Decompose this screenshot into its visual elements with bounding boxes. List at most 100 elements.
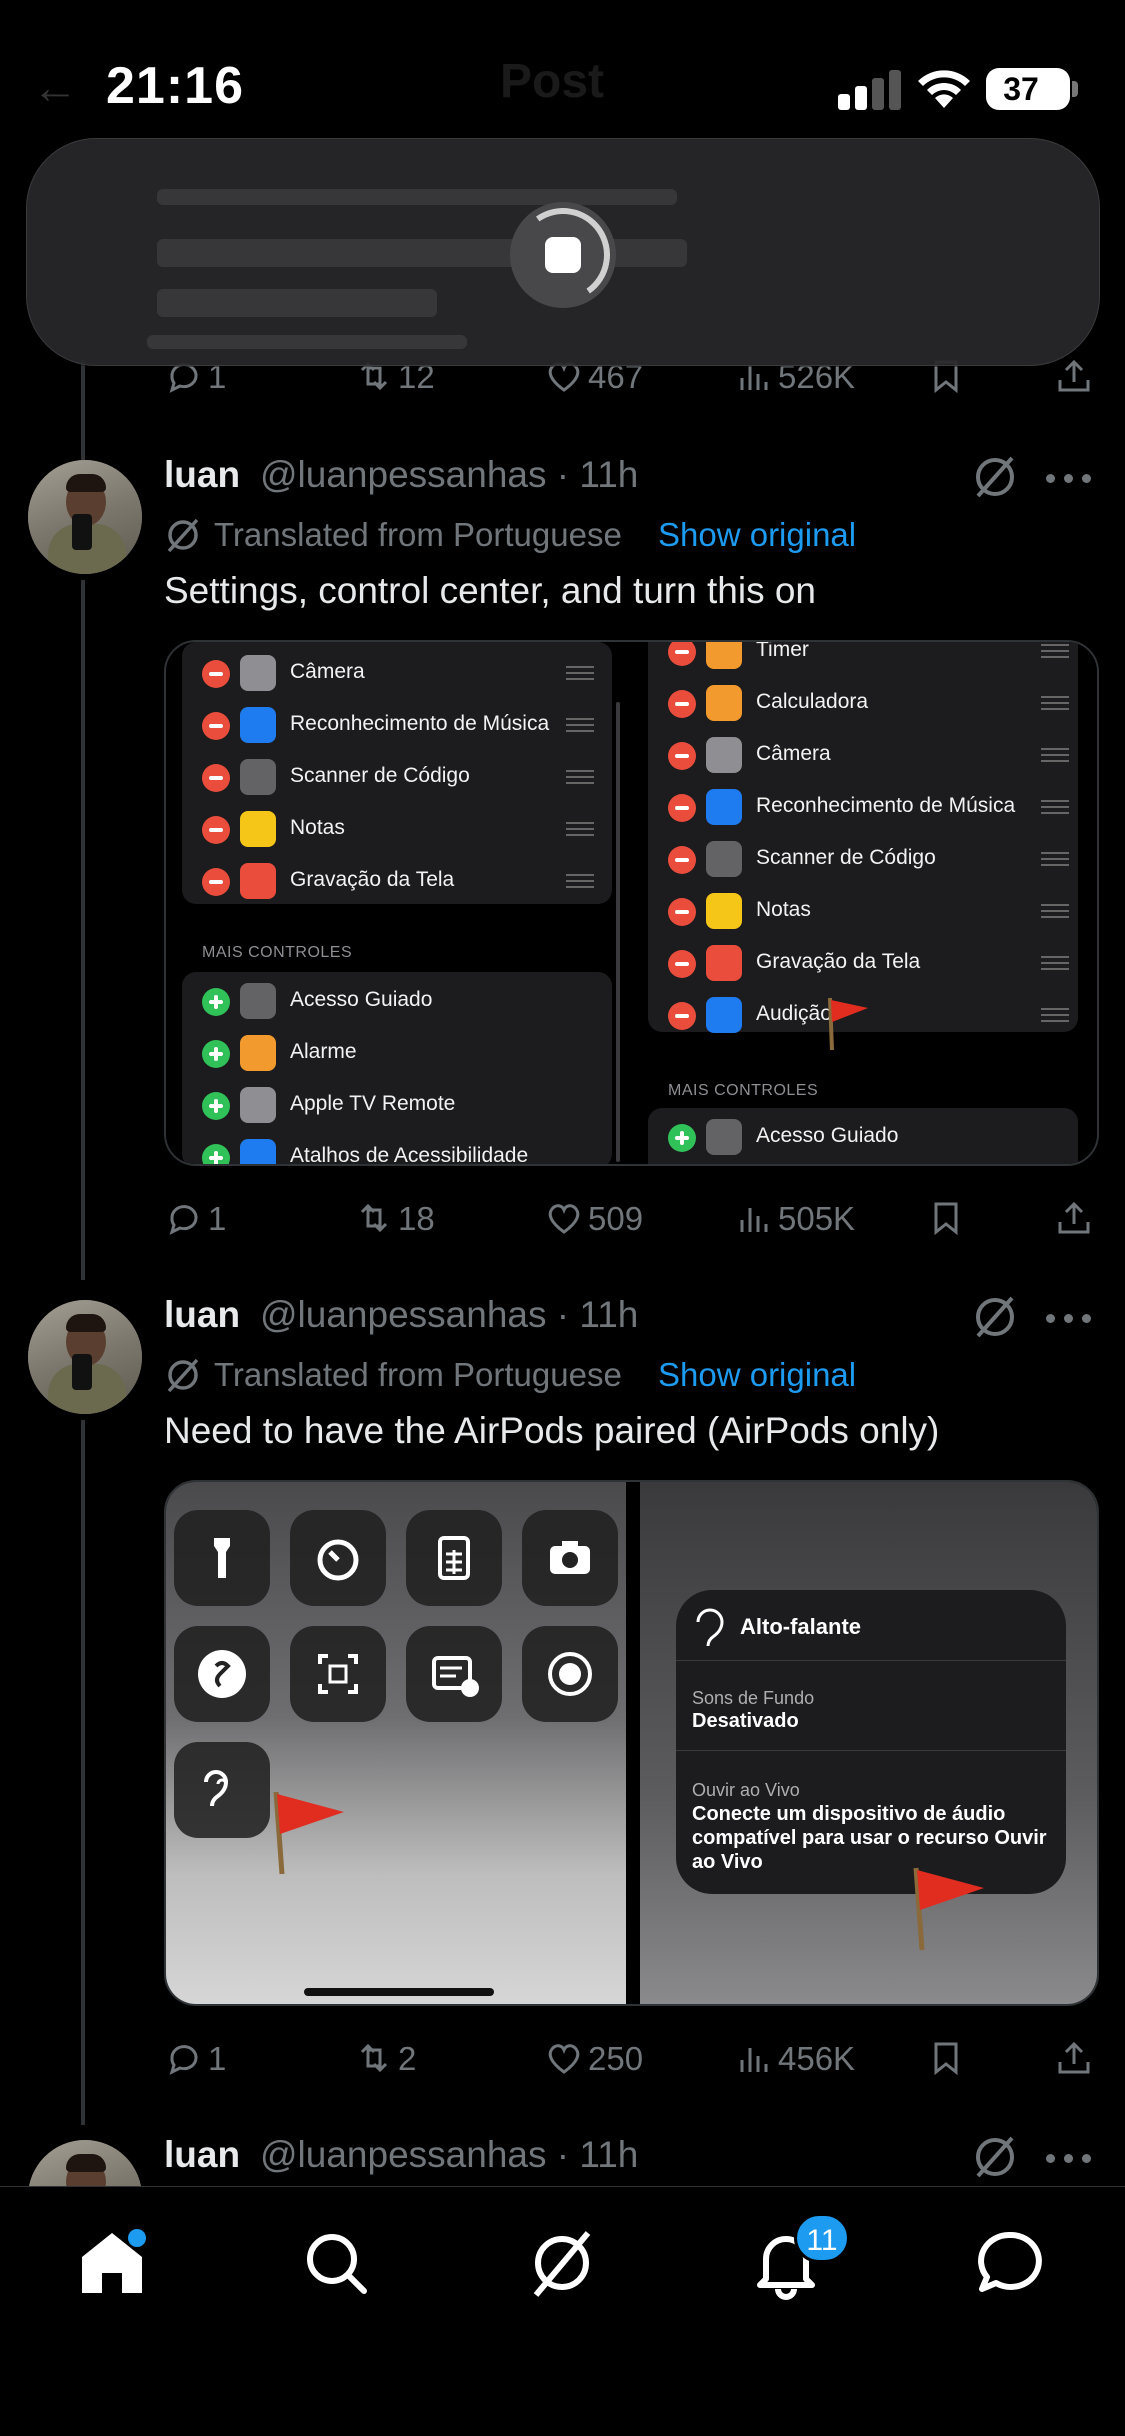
avatar[interactable] [28, 1300, 142, 1414]
reply-count: 1 [208, 2040, 227, 2077]
media-left-image: Câmera Reconhecimento de Música Scanner … [166, 642, 626, 1164]
home-indicator [304, 1988, 494, 1996]
tweet-text: Settings, control center, and turn this … [164, 570, 816, 611]
control-row: Scanner de Código [180, 754, 612, 806]
control-row: Atalhos de Acessibilidade [180, 1134, 612, 1164]
red-flag-icon [273, 1791, 344, 1875]
translated-label: Translated from Portuguese [164, 516, 622, 554]
more-options-icon[interactable] [1046, 1308, 1096, 1328]
translate-icon [167, 518, 199, 553]
panel-title: Alto-falante [740, 1614, 861, 1639]
battery-tip [1072, 81, 1078, 97]
panel-item-value: Desativado [692, 1710, 799, 1732]
tweet-media[interactable]: Alto-falante Sons de Fundo Desativado Ou… [164, 1480, 1099, 2006]
views-count: 456K [778, 2040, 856, 2077]
blurred-text [157, 189, 677, 205]
code-scanner-icon [290, 1626, 386, 1722]
more-options-icon[interactable] [1046, 2148, 1096, 2168]
section-label: MAIS CONTROLES [668, 1082, 819, 1099]
show-original-link[interactable]: Show original [658, 1356, 856, 1394]
grok-icon[interactable] [970, 2132, 1020, 2182]
translated-text: Translated from Portuguese [214, 1356, 622, 1393]
section-label: MAIS CONTROLES [202, 944, 353, 961]
control-row: Gravação da Tela [180, 858, 612, 910]
red-flag-icon [828, 997, 868, 1051]
wifi-icon [918, 70, 970, 108]
repost-count: 18 [398, 1200, 435, 1237]
control-row: Scanner de Código [646, 836, 1087, 888]
back-arrow-icon[interactable]: ← [32, 60, 78, 114]
control-row: Gravação da Tela [646, 940, 1087, 992]
red-flag-icon [913, 1867, 984, 1951]
translate-icon [167, 1358, 199, 1393]
stop-icon[interactable] [545, 237, 581, 273]
camera-icon [522, 1510, 618, 1606]
calculator-icon [406, 1510, 502, 1606]
messages-icon[interactable] [970, 2223, 1050, 2303]
author-name[interactable]: luan [164, 2134, 240, 2176]
notifications-badge: 11 [794, 2213, 850, 2263]
home-unread-dot [128, 2229, 146, 2247]
avatar[interactable] [28, 460, 142, 574]
bookmark-button[interactable] [926, 1192, 970, 1242]
grok-icon[interactable] [970, 452, 1020, 502]
tweet-actions: 1 18 509 505K [164, 1192, 1099, 1242]
control-row: Câmera [646, 732, 1087, 784]
more-options-icon[interactable] [1046, 468, 1096, 488]
author-handle: @luanpessanhas · 11h [260, 1294, 639, 1335]
panel-item-value: Conecte um dispositivo de áudio compatív… [692, 1803, 1047, 1873]
tweet-actions: 1 2 250 456K [164, 2032, 1099, 2082]
control-row: Câmera [180, 650, 612, 702]
battery-level: 37 [1003, 71, 1039, 107]
translated-label: Translated from Portuguese [164, 1356, 622, 1394]
control-row: Calculadora [646, 680, 1087, 732]
views-count: 505K [778, 1200, 856, 1237]
shazam-icon [174, 1626, 270, 1722]
author-name[interactable]: luan [164, 1294, 240, 1336]
cellular-signal-icon [838, 70, 901, 110]
status-time: 21:16 [106, 57, 244, 115]
timer-icon [290, 1510, 386, 1606]
show-original-link[interactable]: Show original [658, 516, 856, 554]
panel-item-label: Sons de Fundo [692, 1688, 815, 1708]
like-count: 509 [588, 1200, 644, 1237]
media-right-image: Timer Calculadora Câmera Reconhecimento … [632, 642, 1097, 1164]
share-button[interactable] [1054, 2032, 1098, 2082]
control-row: Acesso Guiado [646, 1114, 1087, 1164]
blurred-text [157, 289, 437, 317]
author-handle: @luanpessanhas · 11h [260, 454, 639, 495]
thread-line [81, 360, 85, 460]
quick-note-icon [406, 1626, 502, 1722]
author-handle: @luanpessanhas · 11h [260, 2134, 639, 2175]
control-row: Timer [646, 642, 1087, 680]
thread-line [81, 580, 85, 1280]
share-button[interactable] [1054, 1192, 1098, 1242]
search-icon[interactable] [296, 2223, 376, 2303]
ear-icon [696, 1608, 724, 1647]
grok-icon[interactable] [522, 2223, 602, 2303]
like-count: 250 [588, 2040, 644, 2077]
control-row: Acesso Guiado [180, 978, 612, 1030]
control-row: Apple TV Remote [180, 1082, 612, 1134]
battery-icon: 37 [986, 68, 1070, 110]
reply-count: 1 [208, 1200, 227, 1237]
author-name[interactable]: luan [164, 454, 240, 496]
control-row: Alarme [180, 1030, 612, 1082]
bottom-nav: 11 [0, 2186, 1125, 2436]
screen-record-icon [522, 1626, 618, 1722]
translated-text: Translated from Portuguese [214, 516, 622, 553]
thread-line [81, 1420, 85, 2125]
hearing-icon [174, 1742, 270, 1838]
blurred-text [147, 335, 467, 349]
control-row: Reconhecimento de Música [180, 702, 612, 754]
bookmark-button[interactable] [926, 2032, 970, 2082]
header-title: Post [500, 55, 605, 108]
control-row: Reconhecimento de Música [646, 784, 1087, 836]
grok-icon[interactable] [970, 1292, 1020, 1342]
flashlight-icon [174, 1510, 270, 1606]
tweet-text: Need to have the AirPods paired (AirPods… [164, 1410, 940, 1451]
control-row: Notas [646, 888, 1087, 940]
control-row: Notas [180, 806, 612, 858]
tweet-media[interactable]: Câmera Reconhecimento de Música Scanner … [164, 640, 1099, 1166]
repost-count: 2 [398, 2040, 417, 2077]
